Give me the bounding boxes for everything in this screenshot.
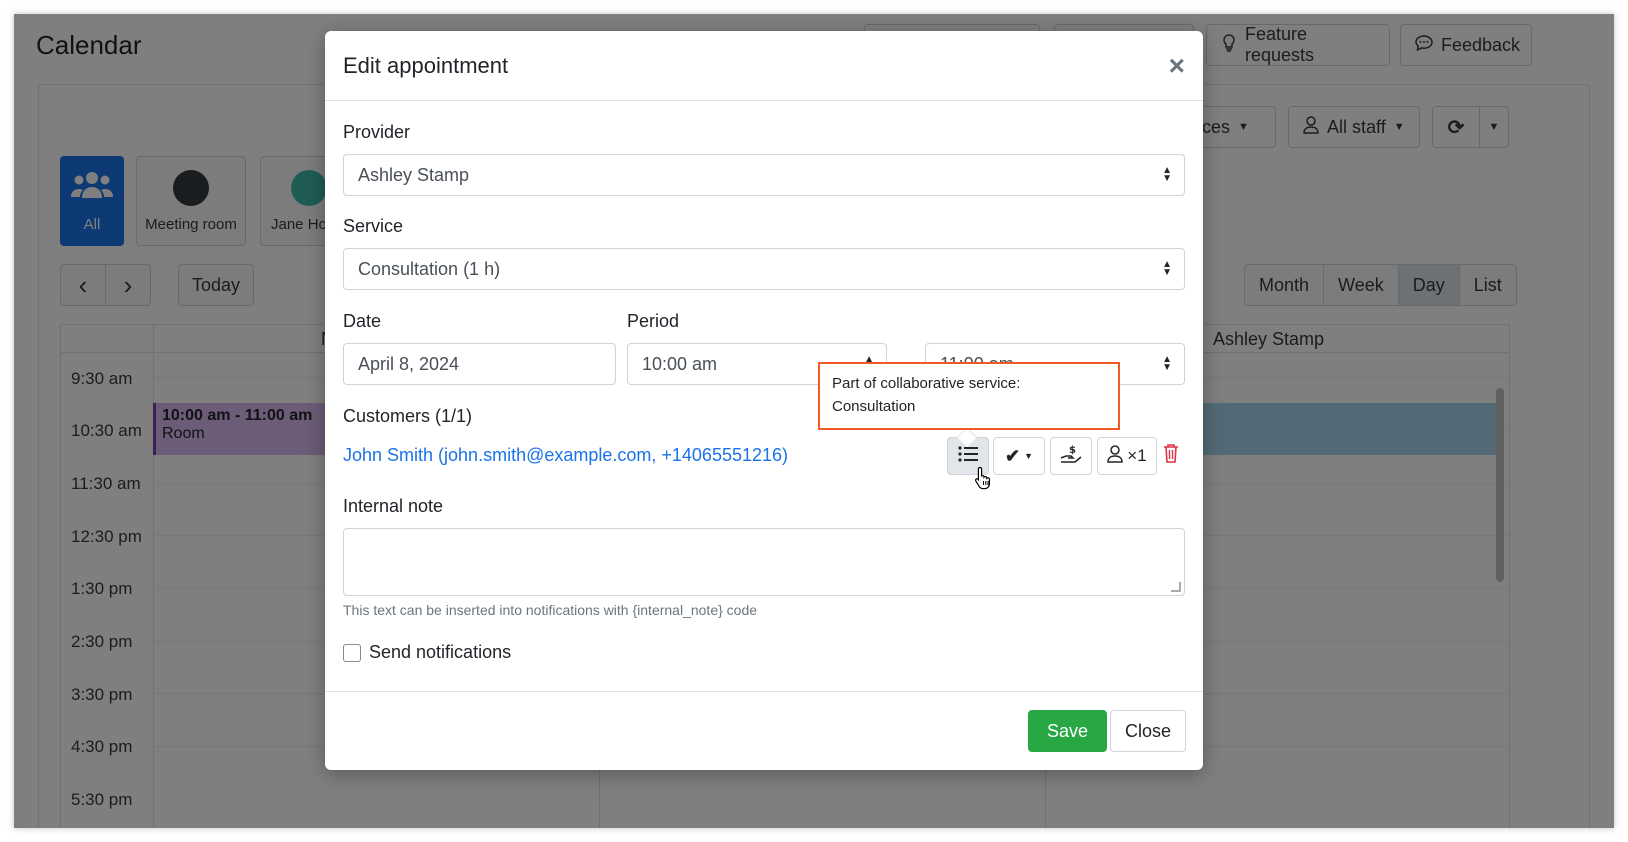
- select-arrows-icon: ▲▼: [1162, 165, 1172, 184]
- hand-cursor-icon: [974, 466, 994, 495]
- provider-label: Provider: [343, 122, 411, 142]
- save-button[interactable]: Save: [1027, 710, 1107, 752]
- service-value: Consultation (1 h): [358, 258, 501, 279]
- list-icon: [958, 445, 978, 467]
- resize-handle-icon[interactable]: [1171, 582, 1181, 592]
- provider-select[interactable]: Ashley Stamp ▲ ▼: [343, 154, 1185, 196]
- status-dropdown-button[interactable]: ✔ ▼: [993, 437, 1045, 475]
- customer-count-badge: ×1: [1127, 446, 1147, 465]
- collaborative-service-tooltip: Part of collaborative service: Consultat…: [818, 362, 1120, 430]
- svg-text:$: $: [1069, 445, 1076, 456]
- modal-title: Edit appointment: [343, 52, 509, 78]
- date-label: Date: [343, 311, 382, 331]
- provider-value: Ashley Stamp: [358, 164, 470, 185]
- caret-down-icon: ▼: [1024, 451, 1033, 461]
- service-select[interactable]: Consultation (1 h) ▲ ▼: [343, 248, 1185, 290]
- internal-note-textarea[interactable]: [343, 528, 1185, 596]
- date-input[interactable]: April 8, 2024: [343, 343, 616, 385]
- payment-button[interactable]: $: [1050, 437, 1092, 475]
- app-window: Calendar Feature requests Feedback vices…: [14, 14, 1614, 828]
- period-label: Period: [627, 311, 680, 331]
- date-value: April 8, 2024: [358, 353, 460, 374]
- modal-footer: Save Close: [325, 691, 1203, 770]
- internal-note-label: Internal note: [343, 496, 444, 516]
- customer-count-button[interactable]: ×1: [1097, 437, 1157, 475]
- send-notifications-label[interactable]: Send notifications: [369, 642, 511, 663]
- hand-dollar-icon: $: [1060, 444, 1082, 469]
- tooltip-line-1: Part of collaborative service:: [832, 375, 1021, 392]
- tooltip-line-2: Consultation: [832, 398, 916, 415]
- internal-note-help: This text can be inserted into notificat…: [343, 602, 758, 618]
- select-arrows-icon: ▲▼: [1162, 259, 1172, 278]
- user-icon: [1107, 444, 1124, 468]
- close-button[interactable]: Close: [1109, 710, 1186, 752]
- check-icon: ✔: [1004, 445, 1021, 466]
- send-notifications-checkbox[interactable]: [343, 644, 361, 662]
- customer-link[interactable]: John Smith (john.smith@example.com, +140…: [343, 445, 788, 466]
- trash-icon[interactable]: [1163, 443, 1179, 469]
- select-arrows-icon: ▲▼: [1162, 354, 1172, 373]
- period-start-value: 10:00 am: [642, 353, 718, 374]
- customers-label: Customers (1/1): [343, 406, 473, 426]
- modal-header: Edit appointment ×: [325, 31, 1203, 101]
- close-icon[interactable]: ×: [1169, 51, 1185, 80]
- service-label: Service: [343, 216, 404, 236]
